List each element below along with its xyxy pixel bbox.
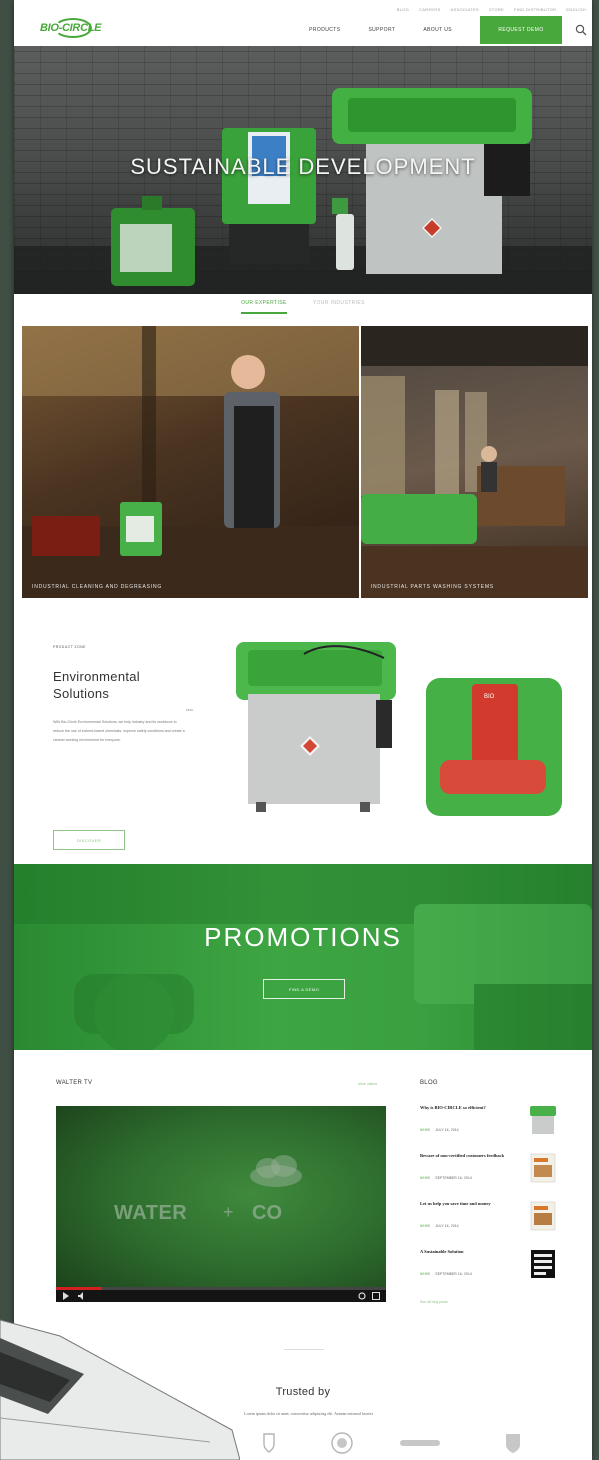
- magazine-thumbnail-icon: [530, 1201, 556, 1231]
- settings-icon[interactable]: [358, 1292, 366, 1300]
- promo-background-texture: [14, 864, 592, 1050]
- video-text-water: WATER: [114, 1202, 188, 1224]
- web-page: BLOG CAREERS ASSOCIATES STORE FIND DISTR…: [14, 0, 592, 1460]
- main-nav: PRODUCTS SUPPORT ABOUT US REQUEST DEMO: [309, 14, 592, 46]
- discover-button[interactable]: DISCOVER: [53, 830, 125, 850]
- blog-post-title[interactable]: Let us help you save time and money: [420, 1200, 512, 1207]
- blog-post-title[interactable]: Beware of non-certified customers feedba…: [420, 1152, 512, 1159]
- video-controls: [56, 1290, 386, 1302]
- product-description: With Bio-Circle Environmental Solutions,…: [53, 720, 185, 742]
- find-demo-button[interactable]: FIND A DEMO: [263, 979, 345, 999]
- blog-post[interactable]: A Sustainable Solution NEWS SEPTEMBER 16,…: [420, 1248, 560, 1292]
- product-eyebrow: PRODUCT ZONE: [53, 645, 86, 649]
- utility-link-find-distributor[interactable]: FIND DISTRIBUTOR: [514, 7, 556, 12]
- play-icon[interactable]: [62, 1292, 70, 1300]
- tab-your-industries[interactable]: YOUR INDUSTRIES: [313, 300, 365, 314]
- brand-logo[interactable]: BIO-CIRCLE: [40, 17, 110, 39]
- nav-item-support[interactable]: SUPPORT: [368, 27, 395, 33]
- partner-logo-crest-icon: [506, 1434, 520, 1453]
- expertise-panels: INDUSTRIAL CLEANING AND DEGREASING INDUS…: [22, 326, 588, 598]
- worker-illustration: [22, 326, 359, 598]
- nav-item-products[interactable]: PRODUCTS: [309, 27, 340, 33]
- blog-post[interactable]: Why is BIO-CIRCLE so efficient? NEWS JULY…: [420, 1104, 560, 1148]
- blog-post-date: SEPTEMBER 16, 2014: [435, 1272, 472, 1276]
- request-demo-button[interactable]: REQUEST DEMO: [480, 16, 562, 44]
- panel-caption: INDUSTRIAL PARTS WASHING SYSTEMS: [370, 584, 494, 590]
- blog-post-category[interactable]: NEWS: [420, 1224, 430, 1228]
- show-logo-thumbnail-icon: [531, 1250, 555, 1278]
- panel-caption: INDUSTRIAL CLEANING AND DEGREASING: [32, 584, 163, 590]
- site-header: BIO-CIRCLE PRODUCTS SUPPORT ABOUT US REQ…: [14, 14, 592, 46]
- utility-link-careers[interactable]: CAREERS: [419, 7, 440, 12]
- blog-post-meta: NEWS SEPTEMBER 16, 2014: [420, 1272, 472, 1276]
- svg-text:BIO: BIO: [484, 694, 495, 700]
- video-text-co2: CO: [252, 1202, 282, 1224]
- promotions-banner: PROMOTIONS FIND A DEMO: [14, 864, 592, 1050]
- all-posts-link[interactable]: See all blog posts: [420, 1300, 448, 1304]
- blog-post-date: SEPTEMBER 16, 2014: [435, 1176, 472, 1180]
- magazine-thumbnail-icon: [530, 1153, 556, 1183]
- utility-link-language[interactable]: ENGLISH: [566, 7, 586, 12]
- tab-our-expertise[interactable]: OUR EXPERTISE: [241, 300, 287, 314]
- utility-links: BLOG CAREERS ASSOCIATES STORE FIND DISTR…: [397, 7, 586, 12]
- section-divider: [284, 1349, 324, 1350]
- blog-post[interactable]: Beware of non-certified customers feedba…: [420, 1152, 560, 1196]
- panel-industrial-cleaning[interactable]: INDUSTRIAL CLEANING AND DEGREASING: [22, 326, 359, 598]
- hero-banner: SUSTAINABLE DEVELOPMENT: [14, 46, 592, 294]
- blog-post-title[interactable]: Why is BIO-CIRCLE so efficient?: [420, 1104, 512, 1111]
- blog-post-date: JULY 16, 2014: [435, 1224, 459, 1228]
- volume-icon[interactable]: [78, 1292, 86, 1300]
- video-text-plus: +: [223, 1202, 234, 1222]
- utility-link-associates[interactable]: ASSOCIATES: [451, 7, 479, 12]
- walter-tv-heading: WALTER TV: [56, 1080, 93, 1086]
- workshop-illustration: [360, 326, 588, 598]
- more-videos-link[interactable]: More videos: [358, 1082, 377, 1086]
- product-title: Environmental Solutions: [53, 669, 140, 701]
- utility-link-blog[interactable]: BLOG: [397, 7, 409, 12]
- blog-post-category[interactable]: NEWS: [420, 1176, 430, 1180]
- partner-logo-shield-icon: [263, 1433, 275, 1453]
- parts-washer-thumbnail-icon: [530, 1106, 556, 1134]
- product-text-fragment: zero.: [186, 708, 194, 712]
- expertise-tabs: OUR EXPERTISE YOUR INDUSTRIES: [14, 300, 592, 314]
- laptop-illustration: [0, 1319, 240, 1460]
- blog-post-category[interactable]: NEWS: [420, 1272, 430, 1276]
- blog-post-category[interactable]: NEWS: [420, 1128, 430, 1132]
- blog-post-meta: NEWS JULY 16, 2014: [420, 1224, 459, 1228]
- video-cloud-icon: [250, 1155, 302, 1187]
- utility-link-store[interactable]: STORE: [489, 7, 504, 12]
- blog-post-title[interactable]: A Sustainable Solution: [420, 1248, 512, 1255]
- blog-post-meta: NEWS SEPTEMBER 16, 2014: [420, 1176, 472, 1180]
- blog-post-meta: NEWS JULY 16, 2014: [420, 1128, 459, 1132]
- logo-text: BIO-CIRCLE: [40, 22, 102, 34]
- blog-heading: BLOG: [420, 1080, 438, 1086]
- promotions-title: PROMOTIONS: [204, 922, 402, 952]
- partner-logos: [263, 1432, 520, 1454]
- product-washers-image: BIO: [236, 642, 562, 816]
- blog-post-date: JULY 16, 2014: [435, 1128, 459, 1132]
- nav-item-about-us[interactable]: ABOUT US: [423, 27, 452, 33]
- panel-parts-washing[interactable]: INDUSTRIAL PARTS WASHING SYSTEMS: [360, 326, 588, 598]
- blog-post[interactable]: Let us help you save time and money NEWS…: [420, 1200, 560, 1244]
- video-player[interactable]: WATER + CO: [56, 1106, 386, 1302]
- search-button[interactable]: [570, 19, 592, 41]
- hero-title: SUSTAINABLE DEVELOPMENT: [130, 154, 476, 179]
- fullscreen-icon[interactable]: [372, 1292, 380, 1300]
- search-icon: [575, 24, 587, 36]
- partner-logo-wordmark-icon: [400, 1440, 440, 1446]
- partner-logo-seal-icon: [331, 1432, 353, 1454]
